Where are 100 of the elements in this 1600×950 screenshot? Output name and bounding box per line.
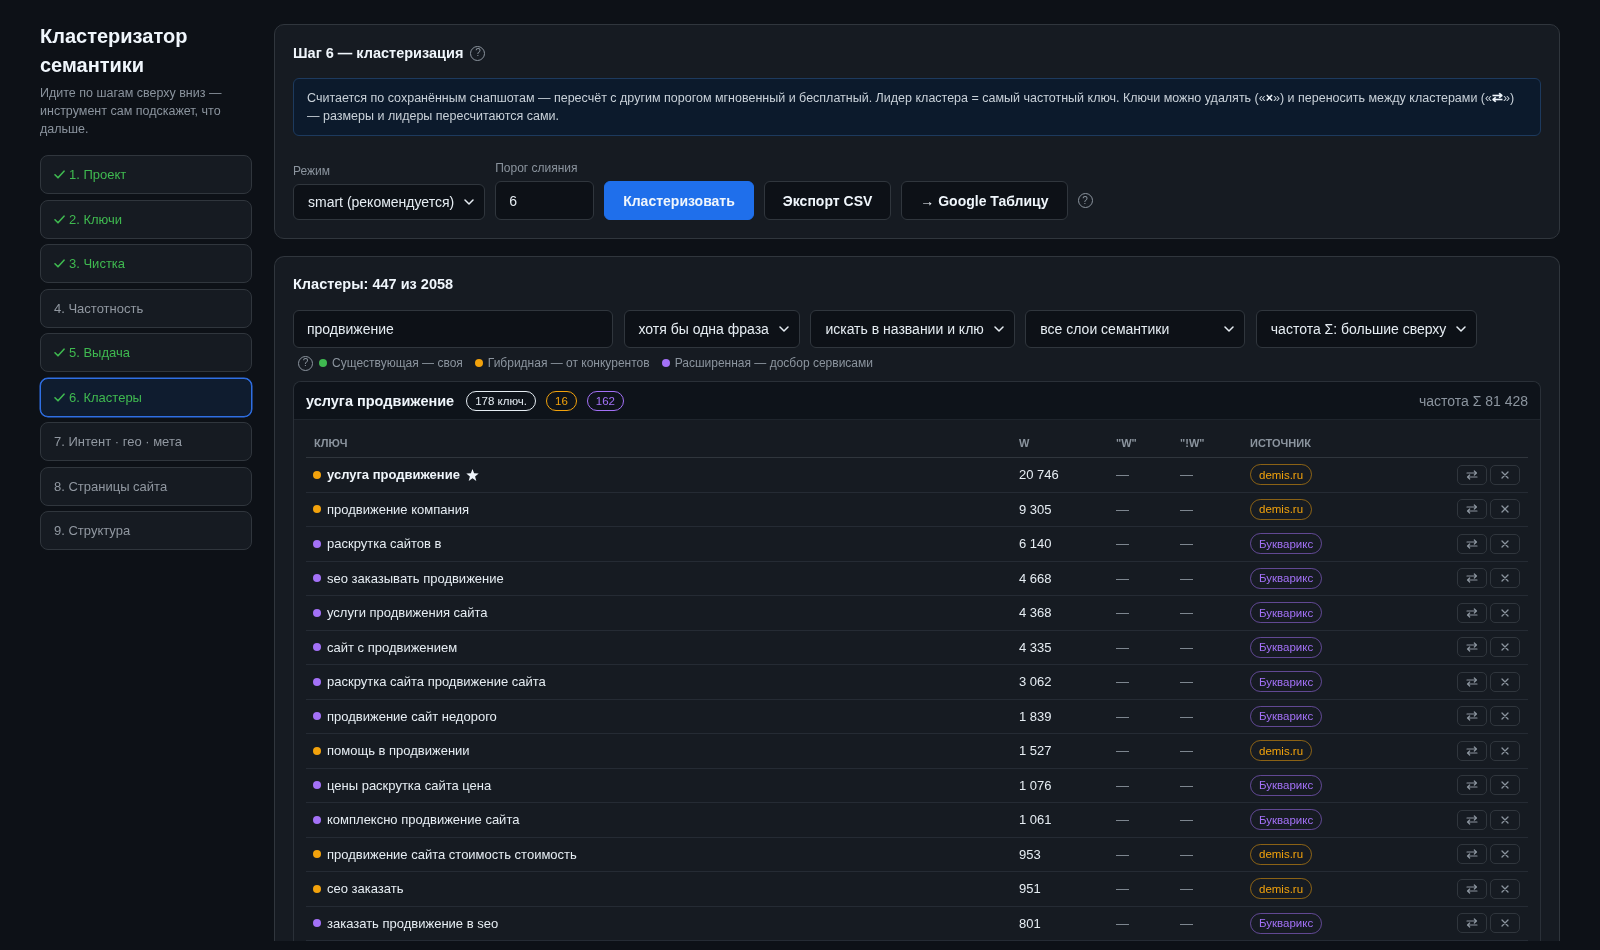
keyword-text: цены раскрутка сайта цена xyxy=(327,777,492,793)
step-item[interactable]: 1. Проект xyxy=(40,155,252,194)
move-button[interactable] xyxy=(1457,671,1487,692)
exact-frequency-value: — xyxy=(1180,467,1193,483)
caret-icon xyxy=(778,326,789,332)
frequency-value: 4 368 xyxy=(1019,605,1052,621)
delete-button[interactable] xyxy=(1490,602,1520,623)
keyword-text: услуги продвижения сайта xyxy=(327,605,488,621)
step-item[interactable]: 8. Страницы сайта xyxy=(40,466,252,506)
delete-button[interactable] xyxy=(1490,464,1520,485)
delete-button[interactable] xyxy=(1490,568,1520,589)
step-item[interactable]: 2. Ключи xyxy=(40,199,252,239)
keyword-text: продвижение сайт недорого xyxy=(327,708,497,724)
close-icon xyxy=(1501,746,1509,755)
close-icon xyxy=(1501,608,1509,617)
exact-frequency-value: — xyxy=(1180,777,1193,793)
quoted-frequency-value: — xyxy=(1116,605,1129,621)
legend-label: Расширенная — досбор сервисами xyxy=(674,356,873,370)
delete-button[interactable] xyxy=(1490,499,1520,520)
quoted-frequency-value: — xyxy=(1116,467,1129,483)
exact-frequency-value: — xyxy=(1180,881,1193,897)
check-icon xyxy=(54,348,65,357)
app-title: Кластеризатор семантики xyxy=(40,24,189,78)
keyword-text: раскрутка сайта продвижение сайта xyxy=(327,674,546,690)
swap-icon xyxy=(1466,676,1478,687)
step-item[interactable]: 5. Выдача xyxy=(40,333,252,372)
swap-icon xyxy=(1466,504,1478,515)
move-button[interactable] xyxy=(1457,913,1487,934)
delete-button[interactable] xyxy=(1490,844,1520,865)
filter-select[interactable]: искать в названии и клю xyxy=(810,310,1015,348)
delete-button[interactable] xyxy=(1490,809,1520,830)
frequency-value: 801 xyxy=(1019,915,1041,931)
frequency-value: 1 527 xyxy=(1019,743,1052,759)
mode-select[interactable]: smart (рекомендуется) xyxy=(293,184,486,220)
move-button[interactable] xyxy=(1457,533,1487,554)
quoted-frequency-value: — xyxy=(1116,570,1129,586)
delete-button[interactable] xyxy=(1490,637,1520,658)
keyword-text: помощь в продвижении xyxy=(327,743,470,759)
swap-icon xyxy=(1466,918,1478,929)
delete-button[interactable] xyxy=(1490,533,1520,554)
delete-button[interactable] xyxy=(1490,913,1520,934)
sheets-export-button[interactable]: → Google Таблицу xyxy=(901,181,1068,220)
delete-button[interactable] xyxy=(1490,775,1520,796)
exact-frequency-value: — xyxy=(1180,501,1193,517)
quoted-frequency-value: — xyxy=(1116,846,1129,862)
quoted-frequency-value: — xyxy=(1116,812,1129,828)
frequency-value: 20 746 xyxy=(1019,467,1059,483)
panel-title: Шаг 6 — кластеризация xyxy=(293,45,464,61)
move-button[interactable] xyxy=(1457,602,1487,623)
column-header: W xyxy=(1018,436,1031,449)
step-item[interactable]: 7. Интент · гео · мета xyxy=(40,422,252,461)
delete-button[interactable] xyxy=(1490,706,1520,727)
exact-frequency-value: — xyxy=(1180,708,1193,724)
swap-icon xyxy=(1466,469,1478,480)
swap-icon xyxy=(1466,745,1478,756)
delete-button[interactable] xyxy=(1490,671,1520,692)
cluster-button[interactable]: Кластеризовать xyxy=(604,181,754,220)
move-button[interactable] xyxy=(1457,878,1487,899)
step-item[interactable]: 3. Чистка xyxy=(40,244,252,283)
keyword-text: услуга продвижение xyxy=(327,467,460,483)
frequency-value: 9 305 xyxy=(1019,501,1052,517)
step-item[interactable]: 4. Частотность xyxy=(40,288,252,328)
keyword-text: сео заказать xyxy=(327,881,404,897)
delete-button[interactable] xyxy=(1490,740,1520,761)
search-field[interactable]: продвижение xyxy=(293,310,613,348)
move-button[interactable] xyxy=(1457,706,1487,727)
move-button[interactable] xyxy=(1457,844,1487,865)
swap-icon xyxy=(1466,780,1478,791)
info-note: Считается по сохранённым снапшотам — пересчёт с другим порогом мгновенный и бесплатный. Лидер кластера = самый частотный ключ. Ключи можно удалять («×») и переносить между кластерами («⇄») — размеры и лидеры пересчитаются сами. xyxy=(293,78,1541,136)
close-icon xyxy=(1501,539,1509,548)
filter-select[interactable]: все слои семантики xyxy=(1025,310,1246,348)
move-button[interactable] xyxy=(1457,775,1487,796)
move-button[interactable] xyxy=(1457,809,1487,830)
close-icon xyxy=(1501,574,1509,583)
move-button[interactable] xyxy=(1457,464,1487,485)
move-button[interactable] xyxy=(1457,637,1487,658)
quoted-frequency-value: — xyxy=(1116,639,1129,655)
keyword-text: комплексно продвижение сайта xyxy=(327,812,520,828)
quoted-frequency-value: — xyxy=(1116,743,1129,759)
close-icon xyxy=(1501,781,1509,790)
close-icon xyxy=(1501,470,1509,479)
export-button[interactable]: Экспорт CSV xyxy=(763,181,892,220)
step-item[interactable]: 9. Структура xyxy=(40,511,252,550)
filter-select[interactable]: частота Σ: большие сверху xyxy=(1255,310,1478,348)
threshold-field[interactable]: 6 xyxy=(495,181,595,220)
close-icon xyxy=(1501,850,1509,859)
move-button[interactable] xyxy=(1457,499,1487,520)
delete-button[interactable] xyxy=(1490,878,1520,899)
keyword-text: продвижение сайта стоимость стоимость xyxy=(327,846,577,862)
check-icon xyxy=(54,170,65,179)
frequency-value: 1 076 xyxy=(1019,777,1052,793)
legend-label: Существующая — своя xyxy=(332,356,463,370)
step-item[interactable]: 6. Кластеры xyxy=(40,377,252,417)
move-button[interactable] xyxy=(1457,568,1487,589)
frequency-value: 6 140 xyxy=(1019,536,1052,552)
exact-frequency-value: — xyxy=(1180,915,1193,931)
check-icon xyxy=(54,392,65,402)
filter-select[interactable]: хотя бы одна фраза xyxy=(623,310,800,348)
move-button[interactable] xyxy=(1457,740,1487,761)
star-icon xyxy=(465,468,479,481)
